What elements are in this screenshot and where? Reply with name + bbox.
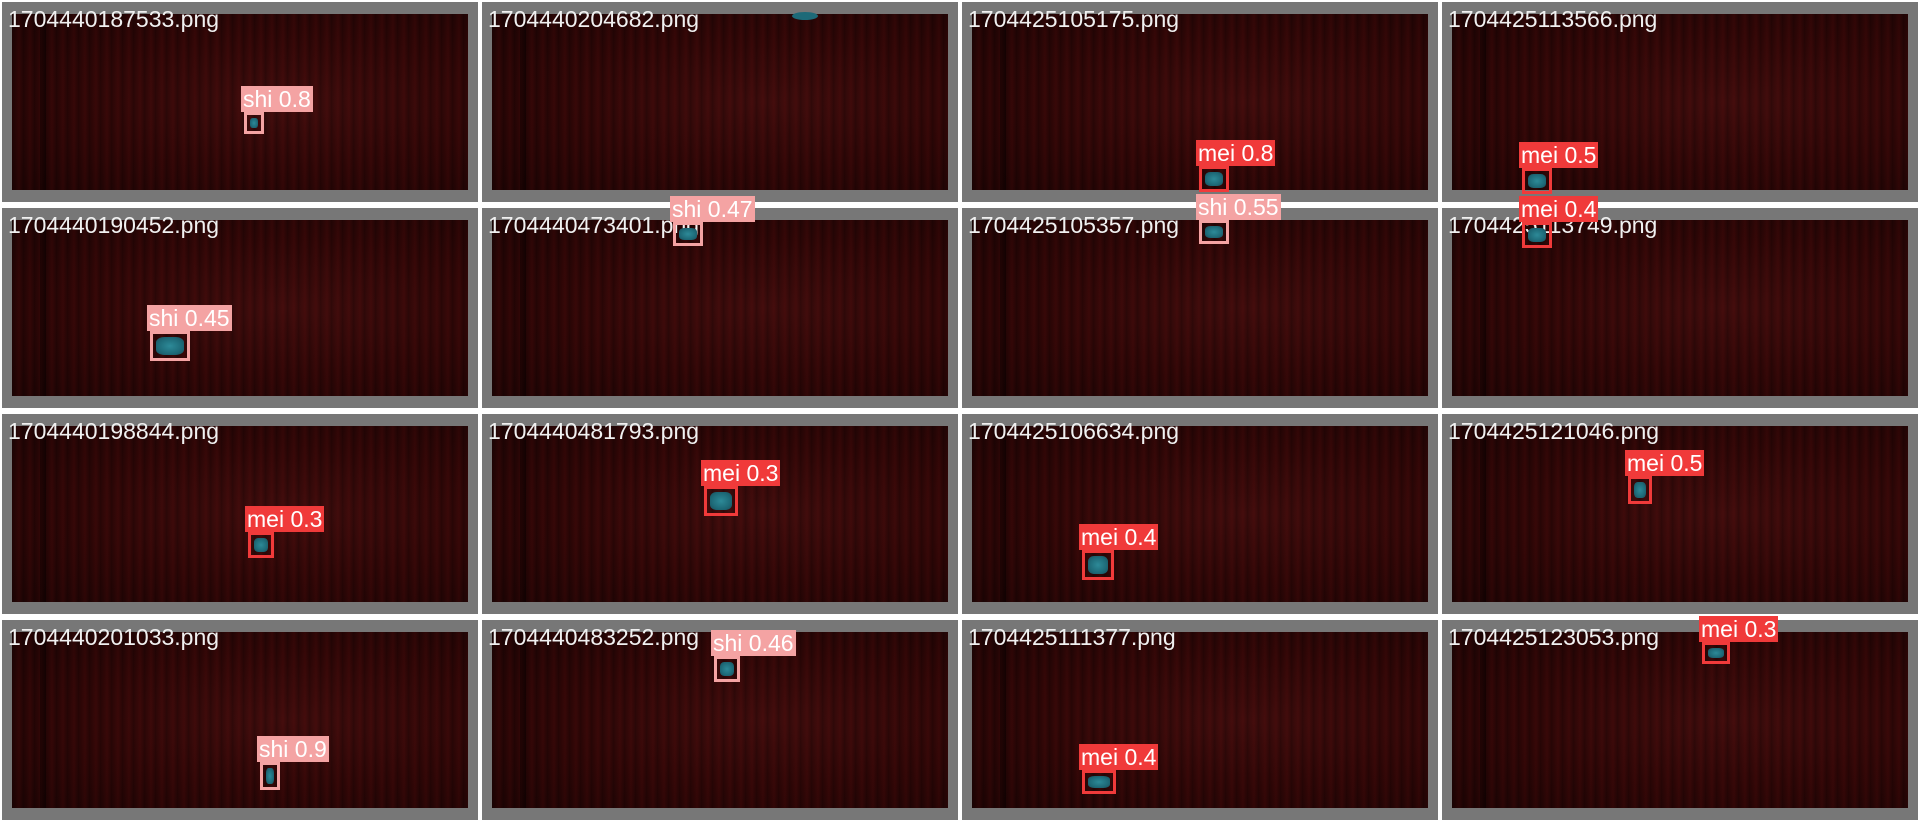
object-blob [1205, 226, 1223, 238]
thermal-image [1452, 632, 1908, 808]
file-name: 1704440198844.png [8, 418, 220, 444]
file-name: 1704425113566.png [1448, 6, 1658, 32]
image-tile: 1704425123053.png mei 0.3 [1442, 616, 1918, 820]
file-name: 1704425111377.png [968, 624, 1176, 650]
file-name: 1704425105357.png [968, 212, 1180, 238]
thermal-image [972, 426, 1428, 602]
object-blob [156, 337, 184, 355]
image-tile: 1704425105357.png shi 0.55 [962, 194, 1438, 408]
image-tile: 1704440473401.png shi 0.47 [482, 196, 958, 408]
object-blob [679, 228, 697, 240]
detection-box: mei 0.4 [1079, 744, 1159, 794]
file-name: 1704425105175.png [968, 6, 1180, 32]
detection-box: shi 0.46 [711, 630, 796, 682]
file-name: 1704440187533.png [8, 6, 220, 32]
file-name: 1704440481793.png [488, 418, 700, 444]
thermal-image [12, 426, 468, 602]
image-tile: 1704425113566.png mei 0.5 [1442, 2, 1918, 202]
detection-label: shi 0.55 [1196, 194, 1281, 220]
image-tile: 1704425105175.png mei 0.8 [962, 2, 1438, 202]
detection-label: shi 0.8 [241, 86, 313, 112]
detection-box: mei 0.3 [1699, 616, 1779, 664]
detection-label: mei 0.5 [1625, 450, 1705, 476]
detection-box: shi 0.45 [147, 305, 232, 361]
object-blob [1088, 776, 1110, 788]
detection-label: mei 0.4 [1519, 196, 1599, 222]
detection-box: mei 0.3 [245, 506, 325, 558]
detection-box: mei 0.8 [1196, 140, 1276, 192]
image-tile: 1704440204682.png [482, 2, 958, 202]
detection-label: shi 0.46 [711, 630, 796, 656]
detection-box: mei 0.4 [1079, 524, 1159, 580]
object-blob [1528, 174, 1546, 188]
file-name: 1704440190452.png [8, 212, 220, 238]
detection-label: shi 0.47 [670, 196, 755, 222]
thermal-image [12, 220, 468, 396]
image-tile: 1704440483252.png shi 0.46 [482, 620, 958, 820]
detection-label: shi 0.9 [257, 736, 329, 762]
detection-box: shi 0.55 [1196, 194, 1281, 244]
object-blob [250, 118, 258, 128]
image-tile: 1704425106634.png mei 0.4 [962, 414, 1438, 614]
image-tile: 1704425121046.png mei 0.5 [1442, 414, 1918, 614]
detection-label: mei 0.3 [701, 460, 781, 486]
object-blob [266, 768, 274, 784]
file-name: 1704440483252.png [488, 624, 700, 650]
file-name: 1704425121046.png [1448, 418, 1660, 444]
detection-label: mei 0.5 [1519, 142, 1599, 168]
thermal-image [12, 632, 468, 808]
image-tile: 1704440190452.png shi 0.45 [2, 208, 478, 408]
detection-box: shi 0.8 [241, 86, 313, 134]
file-name: 1704440204682.png [488, 6, 700, 32]
file-name: 1704425123053.png [1448, 624, 1660, 650]
file-name: 1704425106634.png [968, 418, 1180, 444]
object-blob [1205, 172, 1223, 186]
image-tile: 1704440481793.png mei 0.3 [482, 414, 958, 614]
image-tile: 1704440201033.png shi 0.9 [2, 620, 478, 820]
image-tile: 1704440187533.png shi 0.8 [2, 2, 478, 202]
object-blob [1634, 482, 1646, 498]
object-blob [720, 662, 734, 676]
image-tile: 1704425113749.png mei 0.4 [1442, 196, 1918, 408]
detection-label: mei 0.4 [1079, 524, 1159, 550]
object-blob [254, 538, 268, 552]
file-name: 1704440201033.png [8, 624, 220, 650]
detection-mosaic: 1704440187533.png shi 0.8 1704440204682.… [0, 0, 1920, 824]
thermal-image [12, 14, 468, 190]
image-tile: 1704425111377.png mei 0.4 [962, 620, 1438, 820]
partial-object [792, 12, 818, 20]
detection-box: mei 0.3 [701, 460, 781, 516]
thermal-image [1452, 220, 1908, 396]
detection-box: shi 0.47 [670, 196, 755, 246]
object-blob [1708, 648, 1724, 658]
image-tile: 1704440198844.png mei 0.3 [2, 414, 478, 614]
detection-box: mei 0.5 [1625, 450, 1705, 504]
detection-box: shi 0.9 [257, 736, 329, 790]
thermal-image [492, 14, 948, 190]
object-blob [1088, 556, 1108, 574]
object-blob [710, 492, 732, 510]
detection-box: mei 0.4 [1519, 196, 1599, 248]
detection-box: mei 0.5 [1519, 142, 1599, 194]
detection-label: mei 0.8 [1196, 140, 1276, 166]
thermal-image [972, 220, 1428, 396]
object-blob [1528, 228, 1546, 242]
thermal-image [972, 632, 1428, 808]
file-name: 1704440473401.png [488, 212, 700, 238]
detection-label: shi 0.45 [147, 305, 232, 331]
detection-label: mei 0.4 [1079, 744, 1159, 770]
detection-label: mei 0.3 [1699, 616, 1779, 642]
detection-label: mei 0.3 [245, 506, 325, 532]
thermal-image [492, 220, 948, 396]
